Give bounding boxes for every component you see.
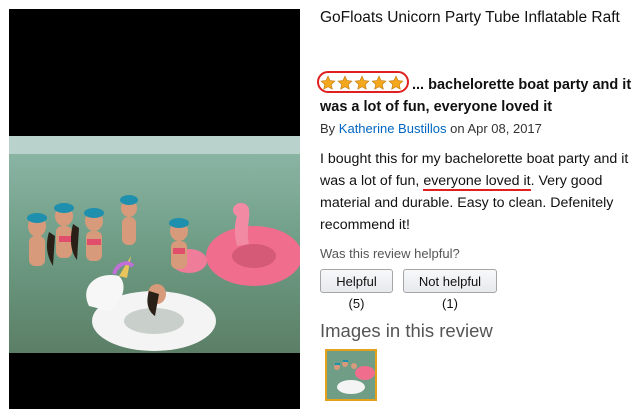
star-icon (371, 75, 387, 90)
review-byline: By Katherine Bustillos on Apr 08, 2017 (320, 121, 542, 137)
review-body-highlight: everyone loved it (423, 173, 531, 191)
helpful-question: Was this review helpful? (320, 246, 460, 261)
images-section-heading: Images in this review (320, 320, 493, 341)
star-icon (320, 75, 336, 90)
product-title[interactable]: GoFloats Unicorn Party Tube Inflatable R… (320, 8, 638, 28)
author-link[interactable]: Katherine Bustillos (339, 121, 447, 136)
star-icon (337, 75, 353, 90)
star-icon (388, 75, 404, 90)
star-icon (354, 75, 370, 90)
review-photo-graphic (9, 136, 300, 353)
review-date: on Apr 08, 2017 (450, 121, 542, 136)
review-image-viewer (9, 9, 300, 409)
star-rating (317, 71, 409, 93)
review-image-thumbnail[interactable] (325, 349, 377, 401)
review-photo[interactable] (9, 136, 300, 353)
thumbnail-graphic (327, 351, 375, 399)
review-body: I bought this for my bachelorette boat p… (320, 148, 640, 236)
byline-prefix: By (320, 121, 336, 136)
helpful-button[interactable]: Helpful (5) (320, 269, 393, 311)
not-helpful-button[interactable]: Not helpful (1) (403, 269, 497, 311)
